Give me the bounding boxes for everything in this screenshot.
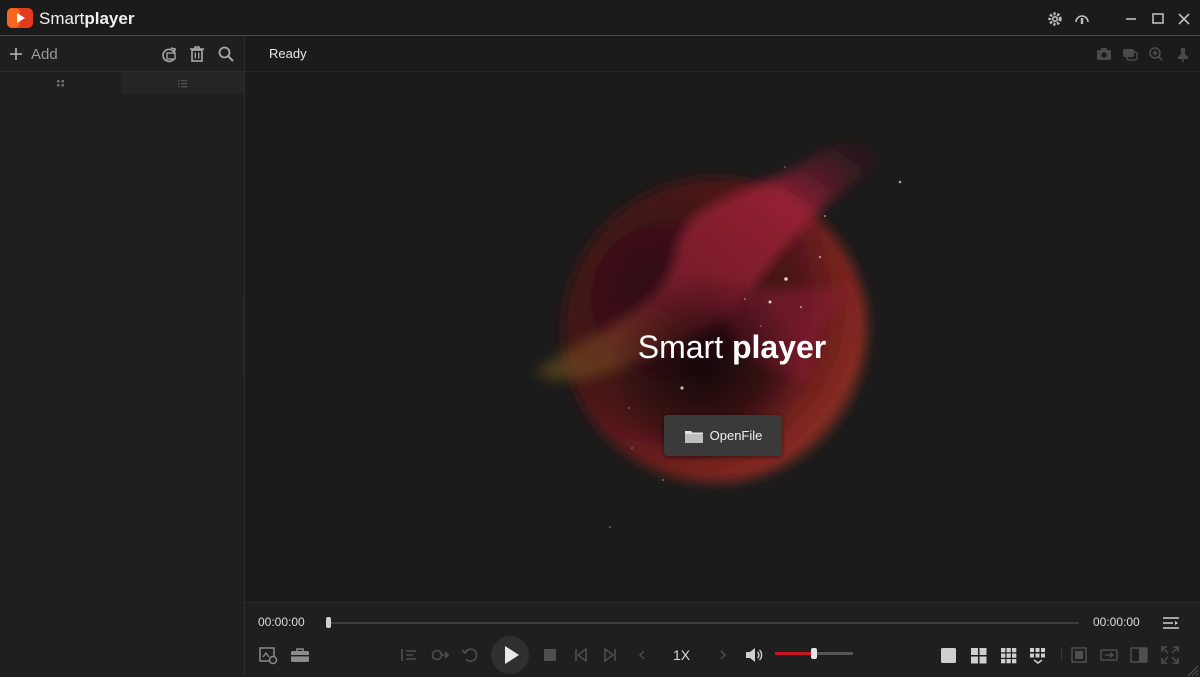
app-title-light: Smart (39, 9, 85, 28)
layout-nine-icon[interactable] (997, 644, 1019, 666)
status-text: Ready (269, 46, 307, 61)
toolbox-icon[interactable] (289, 644, 311, 666)
playback-speed[interactable]: 1X (673, 647, 690, 663)
resize-grip-icon[interactable] (1185, 663, 1199, 677)
plus-icon (10, 48, 22, 60)
seek-handle[interactable] (326, 617, 331, 628)
mirror-icon[interactable] (1128, 644, 1150, 666)
layout-single-icon[interactable] (937, 644, 959, 666)
speed-down-icon[interactable] (631, 644, 653, 666)
volume-icon[interactable] (743, 644, 765, 666)
subtitle-icon[interactable] (1121, 45, 1139, 63)
minimize-icon[interactable] (1120, 8, 1142, 30)
search-icon[interactable] (216, 44, 236, 64)
rotate-icon[interactable] (1098, 644, 1120, 666)
add-button[interactable]: Add (8, 44, 58, 64)
grid-view-icon (57, 80, 64, 87)
trash-icon[interactable] (187, 44, 207, 64)
stop-icon[interactable] (539, 644, 561, 666)
play-button[interactable] (491, 636, 529, 674)
splash-title: Smart player (614, 329, 850, 366)
next-frame-icon[interactable] (599, 644, 621, 666)
tab-grid-view[interactable] (0, 72, 122, 94)
playlist-toggle-icon[interactable] (1160, 612, 1182, 634)
open-file-label: OpenFile (709, 428, 763, 443)
video-settings-icon[interactable] (257, 644, 279, 666)
settings-icon[interactable] (1044, 8, 1066, 30)
seek-bar[interactable] (329, 622, 1079, 624)
volume-level (775, 652, 814, 655)
ab-repeat-icon[interactable] (429, 644, 451, 666)
app-logo-icon (7, 7, 33, 29)
divider (1061, 649, 1062, 661)
pin-icon[interactable] (1174, 45, 1192, 63)
open-file-button[interactable]: OpenFile (664, 415, 782, 456)
add-label: Add (31, 45, 58, 63)
splash-title-bold: player (731, 329, 827, 365)
layout-quad-icon[interactable] (967, 644, 989, 666)
sidebar-toolbar: Add (0, 36, 244, 72)
playlist-sidebar: Add (0, 36, 245, 676)
previous-frame-icon[interactable] (570, 644, 592, 666)
support-icon[interactable] (1071, 8, 1093, 30)
replay-icon[interactable] (459, 644, 481, 666)
sidebar-view-tabs (0, 72, 244, 94)
play-icon (505, 646, 519, 664)
list-view-icon (178, 80, 187, 88)
current-time: 00:00:00 (258, 615, 305, 629)
app-title: Smartplayer (39, 9, 134, 29)
total-time: 00:00:00 (1093, 615, 1140, 629)
title-bar: Smartplayer (0, 0, 1200, 36)
speed-up-icon[interactable] (712, 644, 734, 666)
screenshot-icon[interactable] (1095, 45, 1113, 63)
splash-screen: Smart player OpenFile (245, 72, 1200, 602)
zoom-icon[interactable] (1147, 45, 1165, 63)
refresh-icon[interactable] (159, 44, 179, 64)
splash-title-light: Smart (637, 329, 732, 365)
app-title-bold: player (84, 9, 135, 28)
status-bar: Ready (245, 36, 1200, 72)
layout-more-icon[interactable] (1027, 644, 1049, 666)
close-icon[interactable] (1173, 8, 1195, 30)
fullscreen-icon[interactable] (1159, 644, 1181, 666)
video-area: Ready Smart player OpenFile (245, 36, 1200, 602)
maximize-icon[interactable] (1147, 8, 1169, 30)
chapter-list-icon[interactable] (398, 644, 420, 666)
tab-list-view[interactable] (122, 72, 244, 94)
folder-icon (684, 430, 703, 443)
control-bar: 00:00:00 00:00:00 1X (245, 602, 1200, 677)
volume-handle[interactable] (811, 648, 817, 659)
video-frame-icon[interactable] (1068, 644, 1090, 666)
